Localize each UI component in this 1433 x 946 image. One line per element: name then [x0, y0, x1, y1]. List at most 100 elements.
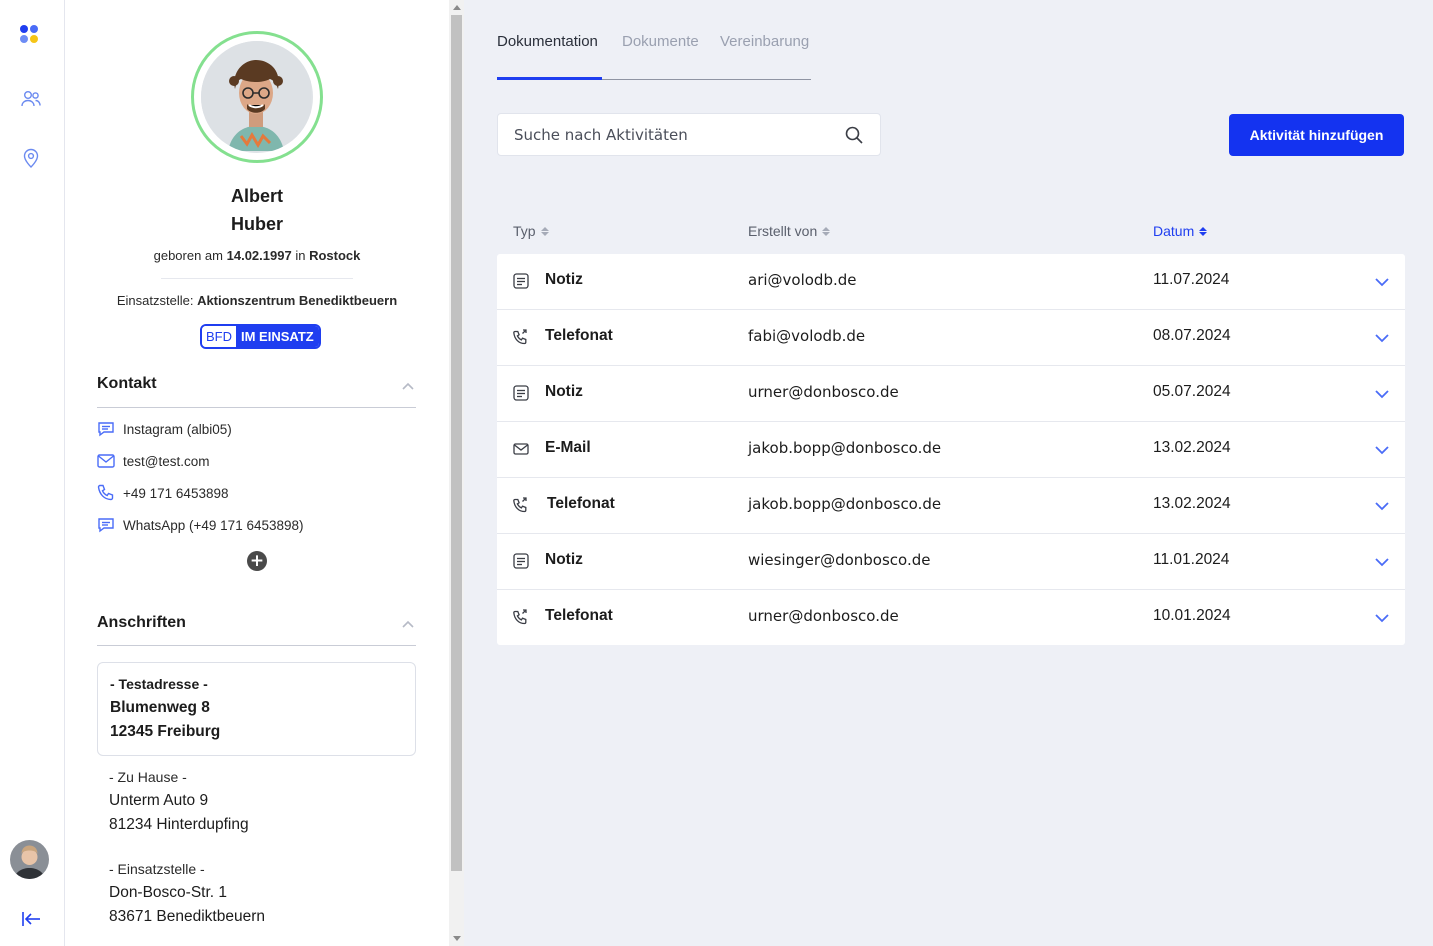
- badge-status: IM EINSATZ: [236, 326, 319, 347]
- mail-icon: [97, 452, 115, 470]
- tab-vereinbarung[interactable]: Vereinbarung: [720, 33, 809, 50]
- profile-scrollbar[interactable]: [449, 0, 464, 946]
- section-divider: [97, 645, 416, 646]
- badge-program: BFD: [202, 326, 236, 347]
- column-header-type[interactable]: Typ: [513, 223, 549, 239]
- birth-date: 14.02.1997: [226, 248, 292, 263]
- people-icon[interactable]: [20, 88, 42, 110]
- table-row[interactable]: E-Mail jakob.bopp@donbosco.de 13.02.2024: [497, 422, 1405, 478]
- scroll-up-arrow[interactable]: [453, 5, 461, 10]
- phone-call-icon: [512, 496, 530, 514]
- last-name: Huber: [230, 214, 283, 234]
- chevron-up-icon[interactable]: [401, 616, 415, 630]
- row-type: Telefonat: [545, 327, 613, 344]
- column-header-date[interactable]: Datum: [1153, 223, 1208, 239]
- add-contact-button[interactable]: +: [247, 551, 267, 571]
- row-type: Notiz: [545, 271, 583, 288]
- tab-dokumentation[interactable]: Dokumentation: [497, 33, 598, 50]
- main-content: Dokumentation Dokumente Vereinbarung Akt…: [464, 0, 1433, 946]
- first-name: Albert: [230, 186, 283, 206]
- anschriften-title: Anschriften: [97, 614, 186, 631]
- address-city: 12345 Freiburg: [110, 723, 221, 740]
- contact-item-whatsapp[interactable]: WhatsApp (+49 171 6453898): [97, 515, 304, 535]
- add-activity-button[interactable]: Aktivität hinzufügen: [1229, 114, 1404, 156]
- activity-table: Notiz ari@volodb.de 11.07.2024 Telefonat…: [497, 254, 1405, 645]
- contact-label: WhatsApp (+49 171 6453898): [123, 517, 304, 533]
- row-date: 11.01.2024: [1153, 551, 1230, 568]
- chevron-down-icon[interactable]: [1374, 554, 1390, 570]
- table-row[interactable]: Notiz urner@donbosco.de 05.07.2024: [497, 366, 1405, 422]
- table-row[interactable]: Notiz wiesinger@donbosco.de 11.01.2024: [497, 534, 1405, 590]
- search-icon[interactable]: [844, 125, 864, 145]
- chevron-down-icon[interactable]: [1374, 330, 1390, 346]
- address-city: 81234 Hinterdupfing: [109, 816, 249, 833]
- chevron-down-icon[interactable]: [1374, 386, 1390, 402]
- primary-address-card[interactable]: - Testadresse - Blumenweg 8 12345 Freibu…: [97, 662, 416, 756]
- kontakt-title: Kontakt: [97, 375, 157, 392]
- note-icon: [512, 272, 530, 290]
- column-header-created-by[interactable]: Erstellt von: [748, 223, 831, 239]
- user-avatar[interactable]: [10, 840, 49, 879]
- search-input[interactable]: [514, 125, 844, 144]
- active-tab-indicator: [497, 77, 602, 80]
- chat-icon: [97, 420, 115, 438]
- contact-label: test@test.com: [123, 453, 210, 469]
- chevron-down-icon[interactable]: [1374, 274, 1390, 290]
- app-logo[interactable]: [20, 25, 40, 45]
- birth-info: geboren am 14.02.1997 in Rostock: [65, 248, 449, 263]
- address-label: - Zu Hause -: [109, 769, 187, 785]
- einsatzstelle-info: Einsatzstelle: Aktionszentrum Benediktbe…: [65, 293, 449, 308]
- table-row[interactable]: Telefonat urner@donbosco.de 10.01.2024: [497, 590, 1405, 646]
- row-created-by: jakob.bopp@donbosco.de: [748, 439, 942, 457]
- sort-icon: [1199, 226, 1208, 236]
- chevron-down-icon[interactable]: [1374, 442, 1390, 458]
- address-street: Don-Bosco-Str. 1: [109, 884, 228, 901]
- scroll-thumb[interactable]: [451, 15, 462, 871]
- row-date: 05.07.2024: [1153, 383, 1231, 400]
- tab-dokumente[interactable]: Dokumente: [622, 33, 699, 50]
- chevron-down-icon[interactable]: [1374, 498, 1390, 514]
- row-date: 13.02.2024: [1153, 495, 1231, 512]
- scroll-down-arrow[interactable]: [453, 936, 461, 941]
- address-label: - Einsatzstelle -: [109, 861, 205, 877]
- mail-icon: [512, 440, 530, 458]
- chevron-up-icon[interactable]: [401, 378, 415, 392]
- column-label: Typ: [513, 223, 536, 239]
- phone-call-icon: [512, 328, 530, 346]
- address-label: - Testadresse -: [110, 676, 208, 692]
- contact-item-instagram[interactable]: Instagram (albi05): [97, 419, 232, 439]
- column-label: Erstellt von: [748, 223, 818, 239]
- divider: [161, 278, 353, 279]
- table-row[interactable]: Notiz ari@volodb.de 11.07.2024: [497, 254, 1405, 310]
- table-row[interactable]: Telefonat fabi@volodb.de 08.07.2024: [497, 310, 1405, 366]
- row-created-by: fabi@volodb.de: [748, 327, 866, 345]
- chat-icon: [97, 516, 115, 534]
- row-type: Notiz: [545, 551, 583, 568]
- contact-item-phone[interactable]: +49 171 6453898: [97, 483, 228, 503]
- row-type: Notiz: [545, 383, 583, 400]
- note-icon: [512, 552, 530, 570]
- row-date: 10.01.2024: [1153, 607, 1231, 624]
- contact-label: Instagram (albi05): [123, 421, 232, 437]
- address-street: Unterm Auto 9: [109, 792, 209, 809]
- collapse-left-icon[interactable]: [20, 908, 42, 930]
- table-row[interactable]: Telefonat jakob.bopp@donbosco.de 13.02.2…: [497, 478, 1405, 534]
- section-divider: [97, 407, 416, 408]
- row-date: 11.07.2024: [1153, 271, 1230, 288]
- row-created-by: jakob.bopp@donbosco.de: [748, 495, 942, 513]
- sort-icon: [540, 226, 549, 236]
- address-item[interactable]: - Zu Hause - Unterm Auto 9 81234 Hinterd…: [109, 769, 249, 837]
- einsatz-label: Einsatzstelle:: [116, 293, 194, 308]
- address-item[interactable]: - Einsatzstelle - Don-Bosco-Str. 1 83671…: [109, 861, 265, 929]
- profile-panel: Albert Huber geboren am 14.02.1997 in Ro…: [65, 0, 449, 946]
- row-created-by: wiesinger@donbosco.de: [748, 551, 931, 569]
- location-pin-icon[interactable]: [20, 147, 42, 169]
- row-type: Telefonat: [545, 607, 613, 624]
- row-type: Telefonat: [547, 495, 615, 512]
- nav-rail: [0, 0, 65, 946]
- row-date: 08.07.2024: [1153, 327, 1231, 344]
- contact-label: +49 171 6453898: [123, 485, 229, 501]
- contact-item-email[interactable]: test@test.com: [97, 451, 209, 471]
- row-created-by: ari@volodb.de: [748, 271, 857, 289]
- chevron-down-icon[interactable]: [1374, 610, 1390, 626]
